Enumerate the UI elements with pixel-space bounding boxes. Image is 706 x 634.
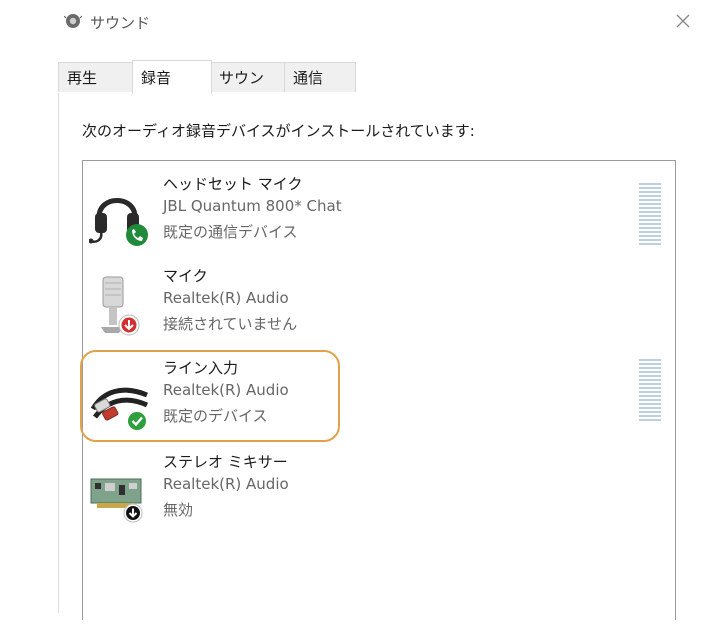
list-item-headset-mic[interactable]: ヘッドセット マイク JBL Quantum 800* Chat 既定の通信デバ… bbox=[83, 173, 677, 259]
device-name: ヘッドセット マイク bbox=[163, 175, 303, 193]
headset-icon bbox=[89, 198, 148, 246]
list-item-stereo-mixer[interactable]: ステレオ ミキサー Realtek(R) Audio 無効 bbox=[83, 451, 677, 537]
device-status: 接続されていません bbox=[163, 315, 298, 333]
list-item-microphone[interactable]: マイク Realtek(R) Audio 接続されていません bbox=[83, 265, 677, 351]
level-meter bbox=[639, 359, 661, 421]
speaker-icon bbox=[64, 14, 82, 28]
device-name: マイク bbox=[163, 267, 208, 285]
close-icon[interactable] bbox=[672, 10, 694, 32]
sound-card-icon bbox=[90, 478, 143, 523]
tab-recording[interactable]: 録音 bbox=[132, 60, 212, 94]
tab-bar: 再生 録音 サウンド 通信 bbox=[58, 60, 698, 117]
level-meter bbox=[639, 183, 661, 245]
device-driver: Realtek(R) Audio bbox=[163, 475, 289, 493]
microphone-icon bbox=[101, 276, 140, 336]
devices-description: 次のオーディオ録音デバイスがインストールされています: bbox=[82, 122, 475, 140]
tab-communications[interactable]: 通信 bbox=[284, 62, 356, 92]
title-bar: サウンド bbox=[0, 0, 706, 44]
device-status: 無効 bbox=[163, 501, 194, 519]
device-driver: Realtek(R) Audio bbox=[163, 289, 289, 307]
tab-sounds[interactable]: サウンド bbox=[210, 62, 286, 117]
tab-playback[interactable]: 再生 bbox=[58, 62, 134, 92]
device-name: ステレオ ミキサー bbox=[163, 453, 288, 471]
device-driver: JBL Quantum 800* Chat bbox=[163, 197, 342, 215]
device-status: 既定の通信デバイス bbox=[163, 223, 298, 241]
selection-highlight bbox=[80, 350, 340, 442]
window-title: サウンド bbox=[90, 14, 151, 32]
